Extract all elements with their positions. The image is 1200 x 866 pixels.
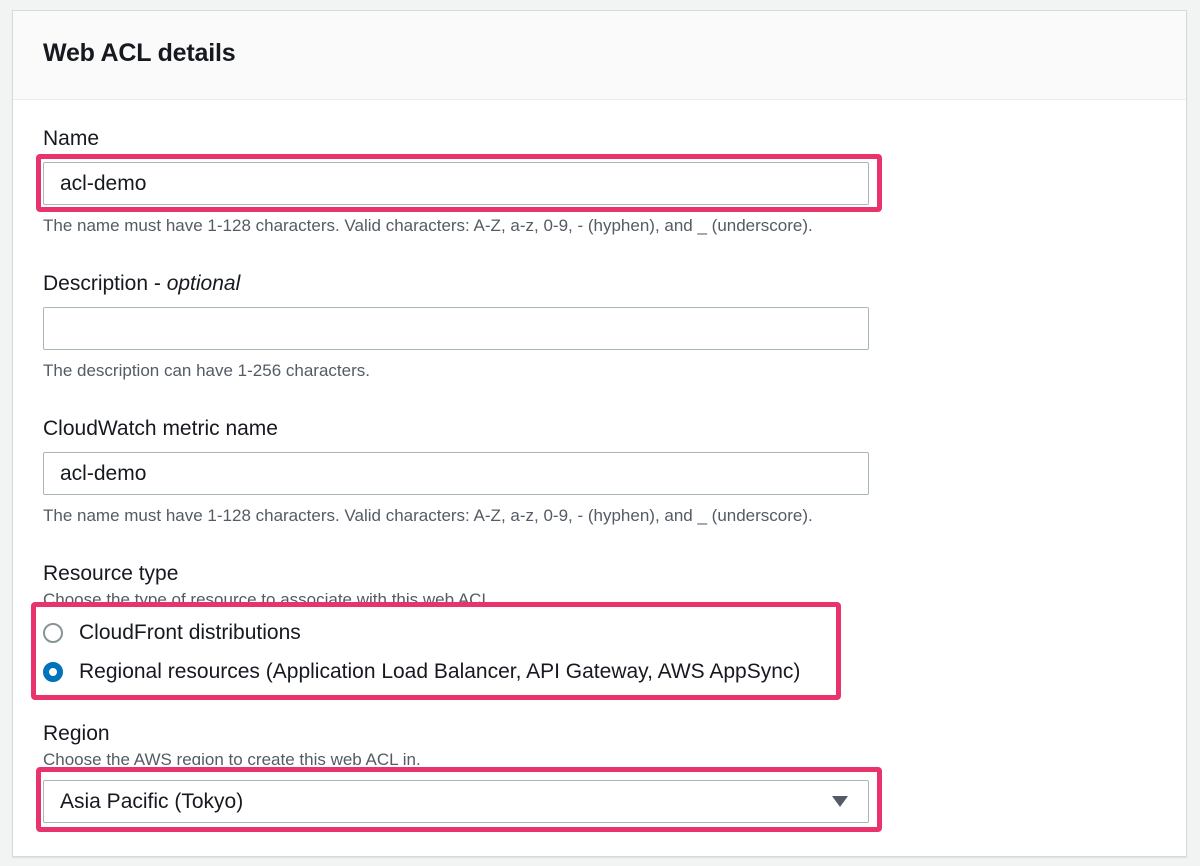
caret-down-icon xyxy=(832,796,848,807)
panel-title: Web ACL details xyxy=(43,39,236,67)
radio-label-regional: Regional resources (Application Load Bal… xyxy=(79,660,801,683)
web-acl-details-panel: Web ACL details Name acl-demo The name m… xyxy=(12,10,1187,857)
radio-label-cloudfront: CloudFront distributions xyxy=(79,621,301,644)
radio-option-cloudfront[interactable]: CloudFront distributions xyxy=(43,618,301,648)
description-label-text: Description - xyxy=(43,272,167,295)
description-label: Description - optional xyxy=(43,272,240,296)
name-input[interactable]: acl-demo xyxy=(43,162,869,205)
region-hint: Choose the AWS region to create this web… xyxy=(43,750,421,765)
radio-button-checked[interactable] xyxy=(43,662,63,682)
description-input[interactable] xyxy=(43,307,869,350)
radio-option-regional[interactable]: Regional resources (Application Load Bal… xyxy=(43,657,800,687)
description-optional-text: optional xyxy=(166,272,241,295)
resource-type-label: Resource type xyxy=(43,562,179,585)
radio-button-unchecked[interactable] xyxy=(43,623,63,643)
panel-header: Web ACL details xyxy=(13,11,1186,100)
region-label: Region xyxy=(43,722,110,745)
metric-name-input[interactable]: acl-demo xyxy=(43,452,869,495)
name-hint: The name must have 1-128 characters. Val… xyxy=(43,216,813,235)
metric-name-hint: The name must have 1-128 characters. Val… xyxy=(43,506,813,525)
resource-type-hint: Choose the type of resource to associate… xyxy=(43,590,496,603)
name-label: Name xyxy=(43,127,100,150)
region-select-value: Asia Pacific (Tokyo) xyxy=(60,790,244,813)
description-hint: The description can have 1-256 character… xyxy=(43,361,370,380)
region-select[interactable]: Asia Pacific (Tokyo) xyxy=(43,780,869,823)
metric-name-label: CloudWatch metric name xyxy=(43,417,278,440)
metric-name-input-value: acl-demo xyxy=(60,462,147,485)
name-input-value: acl-demo xyxy=(60,172,147,195)
